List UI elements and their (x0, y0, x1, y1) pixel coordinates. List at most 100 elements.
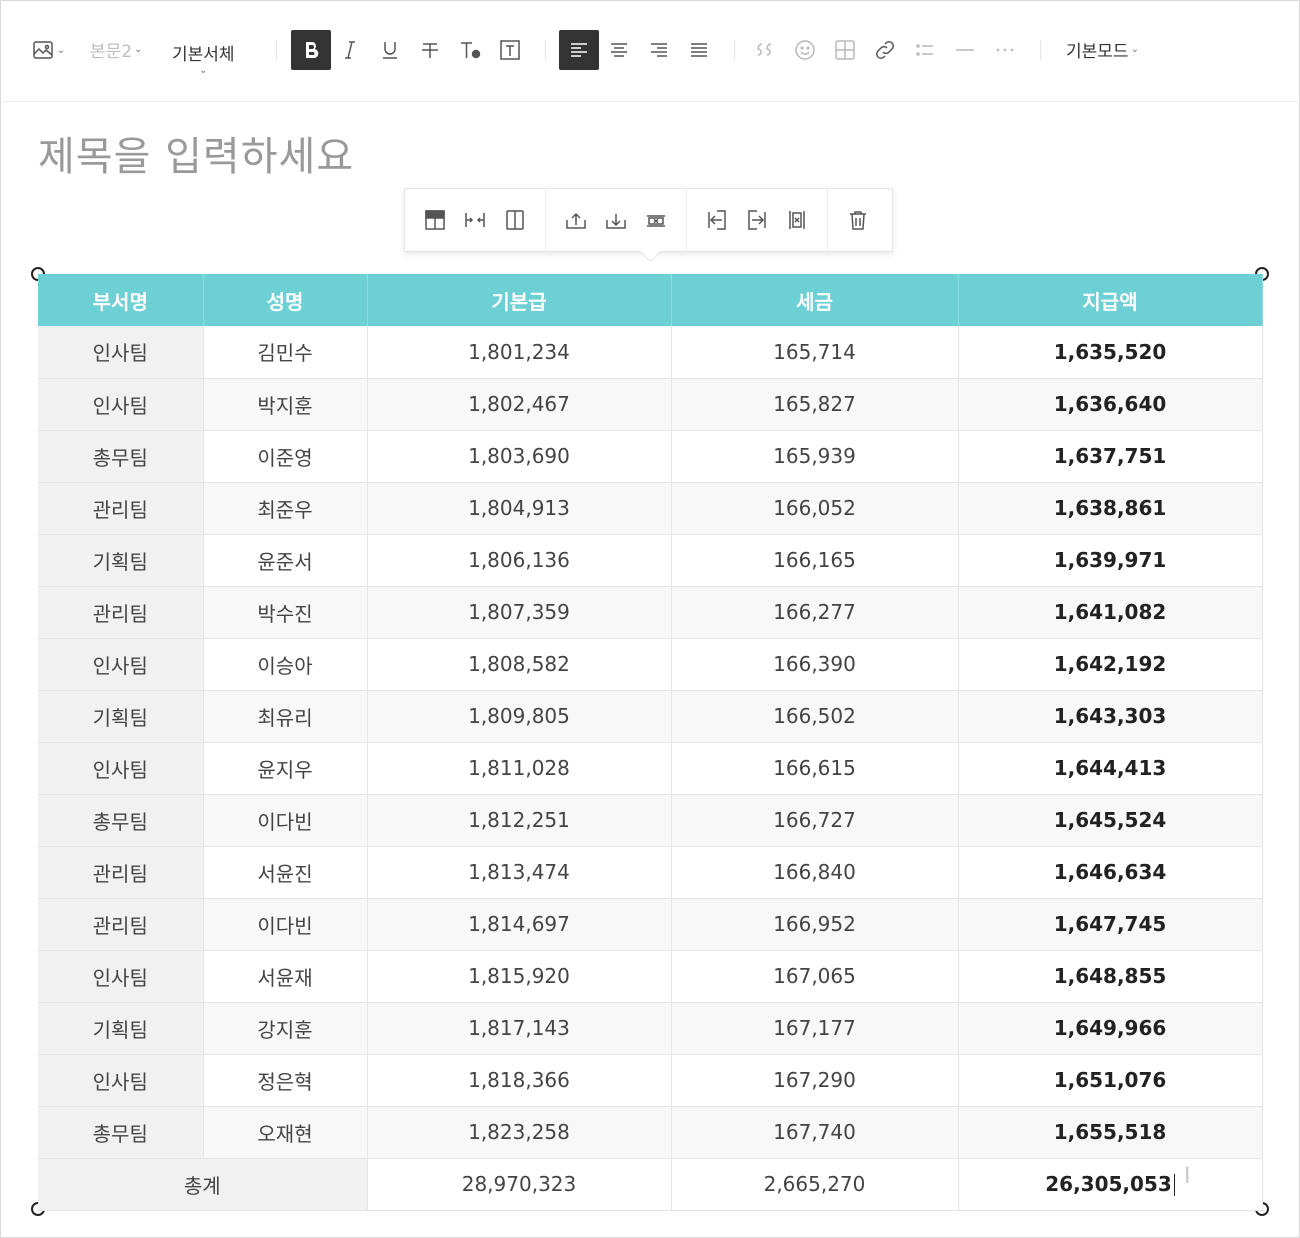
cell-name[interactable]: 김민수 (203, 326, 368, 379)
insert-column-left-icon[interactable] (697, 200, 737, 240)
cell-name[interactable]: 윤준서 (203, 534, 368, 587)
cell-department[interactable]: 인사팀 (38, 378, 204, 431)
cell-tax[interactable]: 165,827 (671, 378, 959, 431)
more-icon[interactable] (985, 30, 1025, 70)
paragraph-style-select[interactable]: 본문2 ⌄ (90, 36, 143, 62)
cell-base-salary[interactable]: 1,812,251 (367, 794, 672, 847)
cell-tax[interactable]: 167,740 (671, 1106, 959, 1159)
delete-row-icon[interactable] (636, 200, 676, 240)
cell-tax[interactable]: 165,939 (671, 430, 959, 483)
cell-tax[interactable]: 167,065 (671, 950, 959, 1003)
horizontal-rule-icon[interactable] (945, 30, 985, 70)
font-family-select[interactable]: 기본서체 ⌄ (172, 36, 235, 80)
trash-icon[interactable] (838, 200, 878, 240)
cell-base-salary[interactable]: 1,817,143 (367, 1002, 672, 1055)
payroll-table[interactable]: 부서명 성명 기본급 세금 지급액 인사팀 김민수 1,801,234 165,… (38, 274, 1263, 1211)
cell-department[interactable]: 기획팀 (38, 690, 204, 743)
align-justify-button[interactable] (679, 30, 719, 70)
cell-name[interactable]: 박수진 (203, 586, 368, 639)
cell-tax[interactable]: 166,952 (671, 898, 959, 951)
cell-tax[interactable]: 166,615 (671, 742, 959, 795)
cell-base-salary[interactable]: 1,803,690 (367, 430, 672, 483)
cell-name[interactable]: 이다빈 (203, 794, 368, 847)
strikethrough-button[interactable] (410, 30, 450, 70)
cell-tax[interactable]: 166,165 (671, 534, 959, 587)
split-cell-icon[interactable] (495, 200, 535, 240)
cell-tax[interactable]: 166,502 (671, 690, 959, 743)
cell-net-pay[interactable]: 1,655,518 (958, 1106, 1263, 1159)
cell-department[interactable]: 기획팀 (38, 534, 204, 587)
merge-cells-icon[interactable] (455, 200, 495, 240)
cell-name[interactable]: 박지훈 (203, 378, 368, 431)
editor-mode-select[interactable]: 기본모드 ⌄ (1066, 36, 1139, 62)
underline-button[interactable] (370, 30, 410, 70)
insert-row-above-icon[interactable] (556, 200, 596, 240)
text-background-button[interactable] (490, 30, 530, 70)
cell-name[interactable]: 정은혁 (203, 1054, 368, 1107)
cell-net-pay[interactable]: 1,638,861 (958, 482, 1263, 535)
cell-department[interactable]: 인사팀 (38, 1054, 204, 1107)
cell-net-pay[interactable]: 1,639,971 (958, 534, 1263, 587)
cell-name[interactable]: 최준우 (203, 482, 368, 535)
cell-base-salary[interactable]: 1,818,366 (367, 1054, 672, 1107)
cell-net-pay[interactable]: 1,649,966 (958, 1002, 1263, 1055)
cell-total-base-salary[interactable]: 28,970,323 (367, 1158, 672, 1211)
header-department[interactable]: 부서명 (38, 274, 204, 326)
italic-button[interactable] (330, 30, 370, 70)
cell-tax[interactable]: 166,277 (671, 586, 959, 639)
cell-net-pay[interactable]: 1,636,640 (958, 378, 1263, 431)
cell-net-pay[interactable]: 1,648,855 (958, 950, 1263, 1003)
cell-name[interactable]: 강지훈 (203, 1002, 368, 1055)
cell-department[interactable]: 인사팀 (38, 950, 204, 1003)
cell-name[interactable]: 이승아 (203, 638, 368, 691)
cell-base-salary[interactable]: 1,823,258 (367, 1106, 672, 1159)
cell-tax[interactable]: 166,390 (671, 638, 959, 691)
cell-base-salary[interactable]: 1,808,582 (367, 638, 672, 691)
cell-net-pay[interactable]: 1,641,082 (958, 586, 1263, 639)
cell-name[interactable]: 오재현 (203, 1106, 368, 1159)
cell-tax[interactable]: 167,290 (671, 1054, 959, 1107)
cell-total-tax[interactable]: 2,665,270 (671, 1158, 959, 1211)
cell-department[interactable]: 인사팀 (38, 742, 204, 795)
cell-department[interactable]: 총무팀 (38, 430, 204, 483)
cell-base-salary[interactable]: 1,813,474 (367, 846, 672, 899)
align-left-button[interactable] (559, 30, 599, 70)
cell-net-pay[interactable]: 1,651,076 (958, 1054, 1263, 1107)
cell-department[interactable]: 기획팀 (38, 1002, 204, 1055)
insert-row-below-icon[interactable] (596, 200, 636, 240)
header-net-pay[interactable]: 지급액 (958, 274, 1263, 326)
cell-name[interactable]: 이준영 (203, 430, 368, 483)
cell-department[interactable]: 관리팀 (38, 586, 204, 639)
header-base-salary[interactable]: 기본급 (367, 274, 672, 326)
cell-name[interactable]: 최유리 (203, 690, 368, 743)
quote-icon[interactable] (745, 30, 785, 70)
cell-tax[interactable]: 166,727 (671, 794, 959, 847)
align-center-button[interactable] (599, 30, 639, 70)
cell-total-label[interactable]: 총계 (38, 1158, 368, 1211)
cell-base-salary[interactable]: 1,804,913 (367, 482, 672, 535)
image-insert-icon[interactable]: ⌄ (28, 30, 68, 70)
list-icon[interactable] (905, 30, 945, 70)
cell-name[interactable]: 윤지우 (203, 742, 368, 795)
cell-tax[interactable]: 167,177 (671, 1002, 959, 1055)
cell-base-salary[interactable]: 1,802,467 (367, 378, 672, 431)
cell-base-salary[interactable]: 1,807,359 (367, 586, 672, 639)
cell-base-salary[interactable]: 1,806,136 (367, 534, 672, 587)
text-color-button[interactable] (450, 30, 490, 70)
header-name[interactable]: 성명 (203, 274, 368, 326)
cell-base-salary[interactable]: 1,814,697 (367, 898, 672, 951)
emoji-icon[interactable] (785, 30, 825, 70)
cell-base-salary[interactable]: 1,801,234 (367, 326, 672, 379)
link-icon[interactable] (865, 30, 905, 70)
table-icon[interactable] (825, 30, 865, 70)
cell-tax[interactable]: 165,714 (671, 326, 959, 379)
insert-column-right-icon[interactable] (737, 200, 777, 240)
cell-net-pay[interactable]: 1,646,634 (958, 846, 1263, 899)
cell-name[interactable]: 서윤재 (203, 950, 368, 1003)
cell-department[interactable]: 총무팀 (38, 794, 204, 847)
cell-tax[interactable]: 166,840 (671, 846, 959, 899)
cell-total-net-pay[interactable]: 26,305,053 (958, 1158, 1263, 1211)
header-tax[interactable]: 세금 (671, 274, 959, 326)
bold-button[interactable] (291, 30, 331, 70)
cell-base-salary[interactable]: 1,811,028 (367, 742, 672, 795)
